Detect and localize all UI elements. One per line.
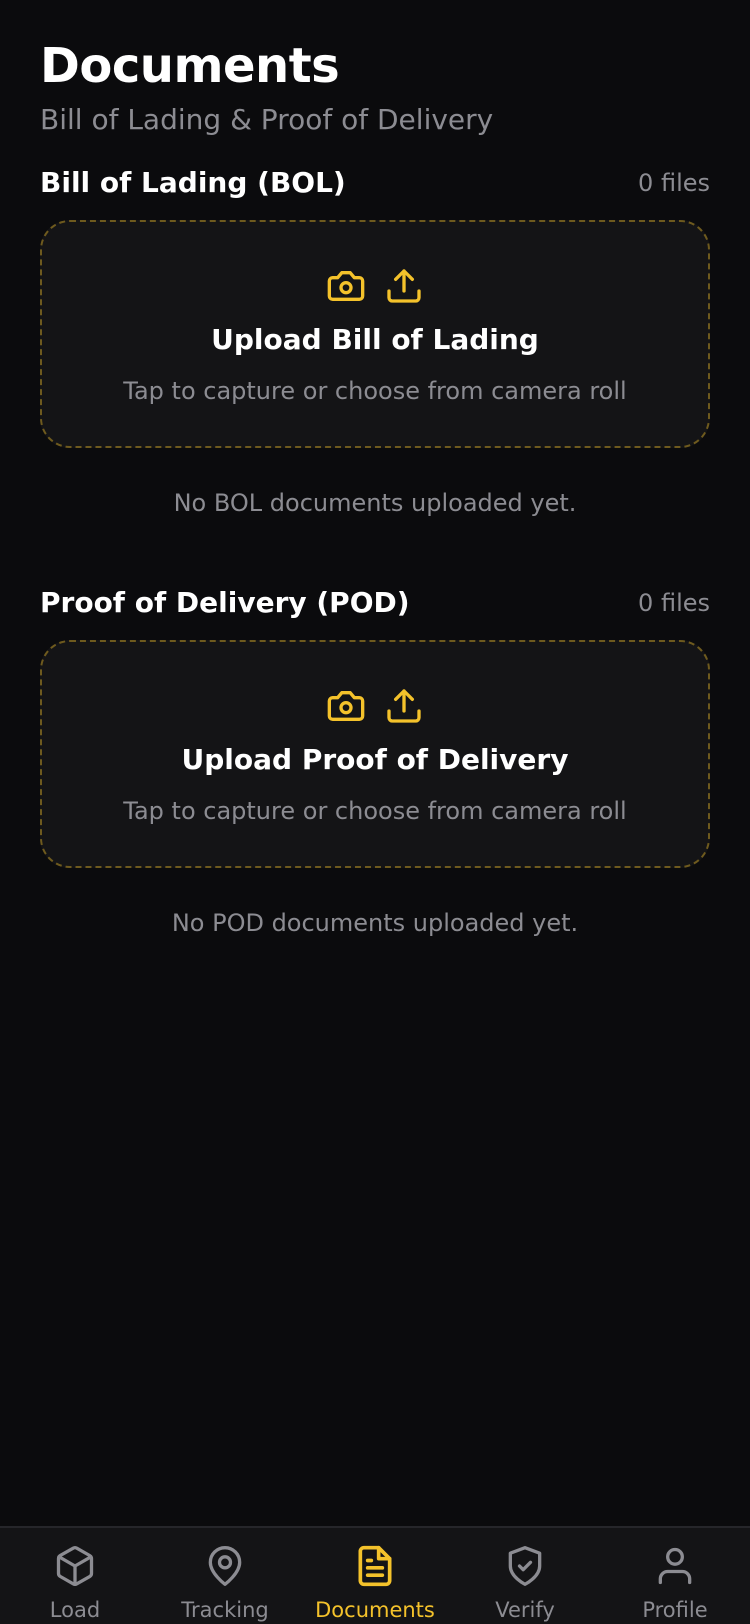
pod-section-title: Proof of Delivery (POD) [40,586,410,619]
shield-check-icon [503,1544,547,1588]
tab-verify[interactable]: Verify [450,1528,600,1624]
upload-icons [326,686,424,726]
upload-icon [384,266,424,306]
bol-file-count: 0 files [638,169,710,197]
tab-tracking[interactable]: Tracking [150,1528,300,1624]
tab-load[interactable]: Load [0,1528,150,1624]
user-icon [653,1544,697,1588]
camera-icon [326,686,366,726]
tab-documents[interactable]: Documents [300,1528,450,1624]
bol-section-header: Bill of Lading (BOL) 0 files [40,165,710,201]
tab-verify-label: Verify [495,1598,555,1622]
tab-documents-label: Documents [315,1598,435,1622]
tab-tracking-label: Tracking [181,1598,269,1622]
bol-section-title: Bill of Lading (BOL) [40,166,346,199]
map-pin-icon [203,1544,247,1588]
page-title: Documents [40,38,340,94]
upload-pod-hint: Tap to capture or choose from camera rol… [123,797,627,825]
pod-file-count: 0 files [638,589,710,617]
upload-bol-hint: Tap to capture or choose from camera rol… [123,377,627,405]
document-icon [353,1544,397,1588]
bottom-tab-bar: Load Tracking Documents Verify Profile [0,1526,750,1624]
upload-pod-title: Upload Proof of Delivery [181,743,569,776]
upload-icon [384,686,424,726]
upload-icons [326,266,424,306]
page-header: Documents Bill of Lading & Proof of Deli… [40,36,493,138]
upload-bol-title: Upload Bill of Lading [211,323,539,356]
documents-screen: Documents Bill of Lading & Proof of Deli… [0,0,750,1624]
page-subtitle: Bill of Lading & Proof of Delivery [40,103,494,136]
package-icon [53,1544,97,1588]
tab-profile[interactable]: Profile [600,1528,750,1624]
pod-section-header: Proof of Delivery (POD) 0 files [40,585,710,621]
upload-pod-button[interactable]: Upload Proof of Delivery Tap to capture … [40,640,710,868]
upload-bol-button[interactable]: Upload Bill of Lading Tap to capture or … [40,220,710,448]
tab-load-label: Load [49,1598,101,1622]
bol-empty-state: No BOL documents uploaded yet. [173,489,577,517]
camera-icon [326,266,366,306]
tab-profile-label: Profile [642,1598,708,1622]
pod-empty-state: No POD documents uploaded yet. [171,909,579,937]
